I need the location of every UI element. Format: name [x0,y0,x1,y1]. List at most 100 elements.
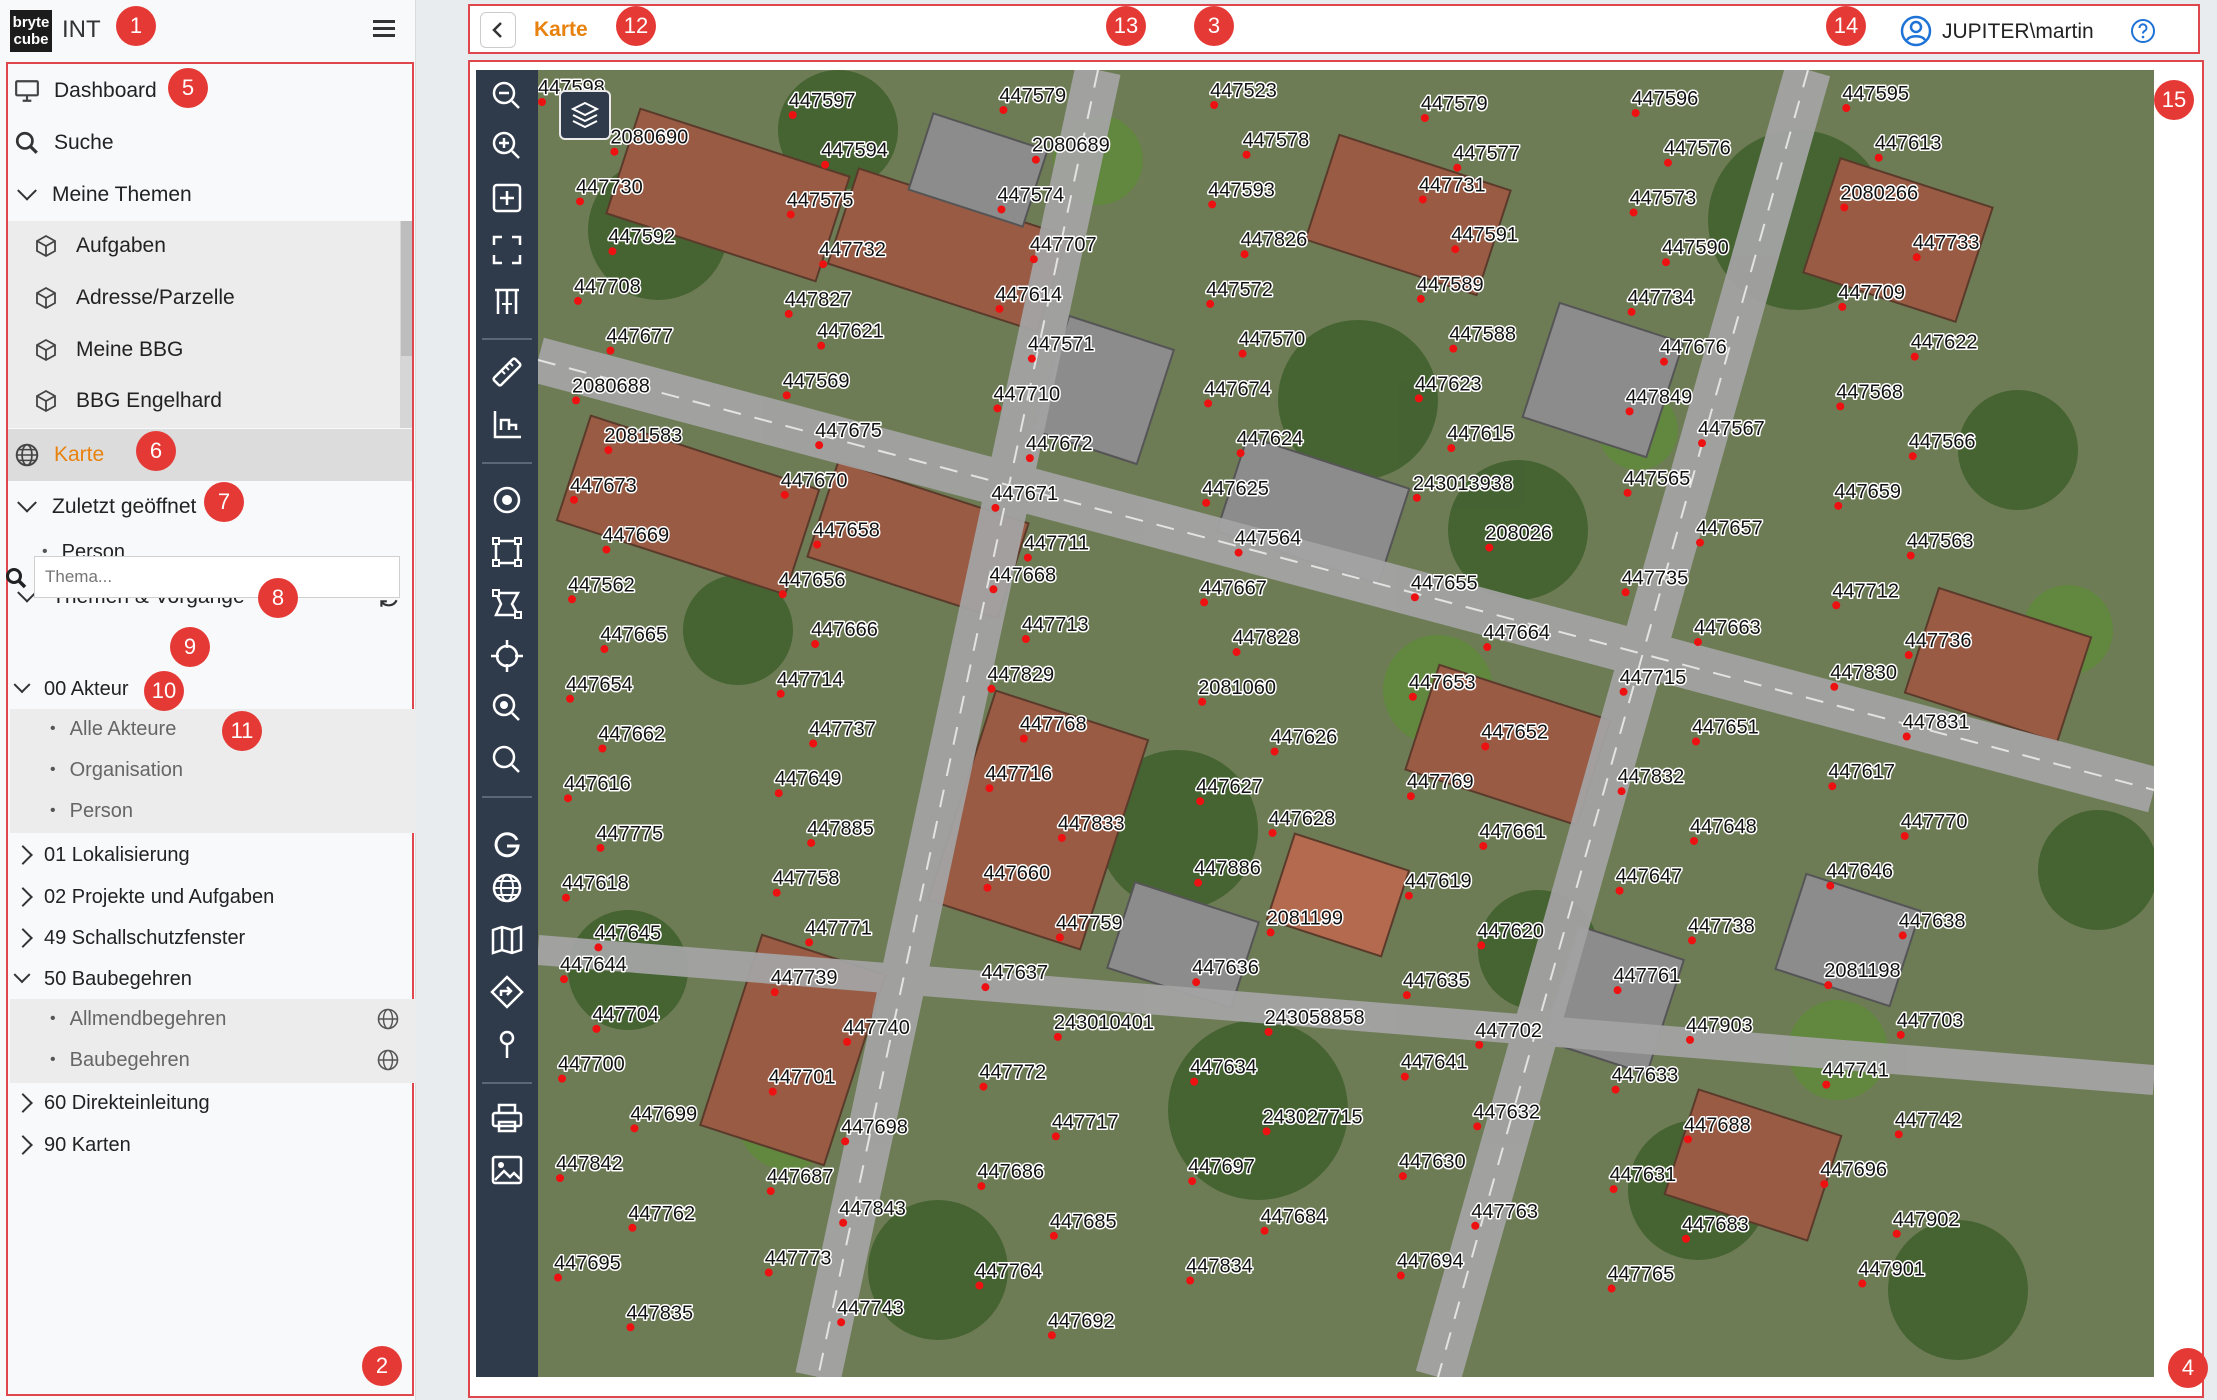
parcel-label[interactable]: 447588 [1448,322,1518,347]
parcel-label[interactable]: 447575 [785,188,855,213]
image-export-icon[interactable] [489,1152,525,1188]
parcel-point[interactable] [1190,1077,1199,1086]
parcel-point[interactable] [572,396,580,405]
parcel-label[interactable]: 447773 [763,1246,833,1271]
parcel-label[interactable]: 2081583 [603,424,684,449]
parcel-label[interactable]: 2080690 [609,125,690,150]
parcel-point[interactable] [1188,1177,1197,1186]
parcel-point[interactable] [983,883,992,892]
parcel-label[interactable]: 447658 [812,518,882,543]
parcel-point[interactable] [987,684,996,693]
parcel-label[interactable]: 447648 [1689,814,1759,839]
parcel-label[interactable]: 447591 [1450,223,1520,248]
parcel-label[interactable]: 447577 [1452,141,1522,166]
parcel-label[interactable]: 447571 [1026,332,1096,357]
parcel-label[interactable]: 447667 [1199,576,1269,601]
parcel-label[interactable]: 447641 [1399,1050,1469,1075]
parcel-point[interactable] [1202,498,1211,507]
zoom-out-icon[interactable] [489,78,525,114]
parcel-label[interactable]: 447769 [1405,770,1475,795]
parcel-point[interactable] [1820,1180,1829,1189]
polygon-edit-icon[interactable] [489,586,525,622]
parcel-label[interactable]: 447716 [984,762,1054,787]
parcel-point[interactable] [1902,732,1911,741]
parcel-label[interactable]: 447768 [1018,712,1088,737]
parcel-label[interactable]: 447651 [1691,715,1761,740]
parcel-point[interactable] [1406,792,1415,801]
parcel-point[interactable] [811,640,820,649]
parcel-point[interactable] [766,1187,775,1196]
parcel-label[interactable]: 447579 [1419,92,1489,117]
measure-columns-icon[interactable] [489,284,525,320]
parcel-label[interactable]: 447623 [1413,372,1483,397]
parcel-point[interactable] [1692,737,1700,746]
parcel-label[interactable]: 447653 [1407,670,1477,695]
parcel-label[interactable]: 447593 [1207,178,1277,203]
parcel-point[interactable] [1449,344,1458,353]
parcel-point[interactable] [772,888,781,897]
parcel-label[interactable]: 447666 [810,618,880,643]
parcel-label[interactable]: 447829 [986,662,1056,687]
parcel-point[interactable] [1623,488,1632,497]
parcel-label[interactable]: 447834 [1185,1254,1255,1279]
parcel-label[interactable]: 447835 [625,1301,695,1326]
parcel-point[interactable] [807,838,816,847]
parcel-point[interactable] [839,1218,848,1227]
parcel-point[interactable] [1834,501,1843,510]
parcel-point[interactable] [1204,399,1213,408]
parcel-point[interactable] [1609,1185,1618,1194]
parcel-label[interactable]: 447597 [787,89,857,114]
theme-item-adresse-parzelle[interactable]: Adresse/Parzelle [34,273,235,323]
parcel-point[interactable] [1822,1080,1831,1089]
route-icon[interactable] [489,974,525,1010]
parcel-point[interactable] [1029,255,1038,264]
parcel-point[interactable] [979,1082,988,1091]
parcel-label[interactable]: 447626 [1269,725,1339,750]
parcel-label[interactable]: 447739 [769,966,839,991]
parcel-label[interactable]: 447616 [563,772,633,797]
parcel-label[interactable]: 447632 [1472,1100,1542,1125]
parcel-label[interactable]: 243013938 [1411,471,1514,496]
parcel-label[interactable]: 447633 [1610,1063,1680,1088]
parcel-point[interactable] [768,1087,777,1096]
parcel-label[interactable]: 447761 [1612,964,1682,989]
parcel-point[interactable] [1019,734,1028,743]
google-icon[interactable] [489,826,525,862]
print-icon[interactable] [489,1100,525,1136]
parcel-point[interactable] [1242,150,1251,159]
map-icon[interactable] [489,922,525,958]
parcel-point[interactable] [1186,1276,1195,1285]
parcel-label[interactable]: 447595 [1841,82,1911,107]
parcel-label[interactable]: 447592 [607,225,677,250]
parcel-point[interactable] [574,296,582,305]
theme-item-aufgaben[interactable]: Aufgaben [34,221,166,271]
parcel-label[interactable]: 447698 [840,1115,910,1140]
parcel-point[interactable] [1206,299,1215,308]
parcel-label[interactable]: 447613 [1873,131,1943,156]
parcel-label[interactable]: 447695 [553,1251,623,1276]
parcel-label[interactable]: 447630 [1397,1150,1467,1175]
parcel-point[interactable] [630,1124,639,1133]
tree-node-karten[interactable]: 90 Karten [13,1120,131,1170]
parcel-point[interactable] [626,1323,635,1332]
parcel-point[interactable] [1838,302,1847,311]
parcel-label[interactable]: 447637 [980,961,1050,986]
parcel-point[interactable] [1055,933,1064,942]
parcel-label[interactable]: 447590 [1661,236,1731,261]
parcel-point[interactable] [989,585,998,594]
parcel-label[interactable]: 447572 [1205,277,1275,302]
parcel-point[interactable] [566,694,574,703]
back-button[interactable] [480,12,516,48]
parcel-point[interactable] [1615,886,1624,895]
parcel-point[interactable] [1660,357,1668,366]
parcel-label[interactable]: 447621 [816,319,886,344]
nav-karte[interactable]: Karte [14,430,104,480]
parcel-point[interactable] [610,147,619,156]
parcel-point[interactable] [1196,797,1205,806]
zoom-search-icon[interactable] [489,690,525,726]
parcel-point[interactable] [995,304,1004,313]
nav-dashboard[interactable]: Dashboard [14,66,157,116]
parcel-point[interactable] [558,1074,566,1083]
parcel-label[interactable]: 447620 [1476,919,1546,944]
theme-item-bbg-engelhard[interactable]: BBG Engelhard [34,376,222,426]
